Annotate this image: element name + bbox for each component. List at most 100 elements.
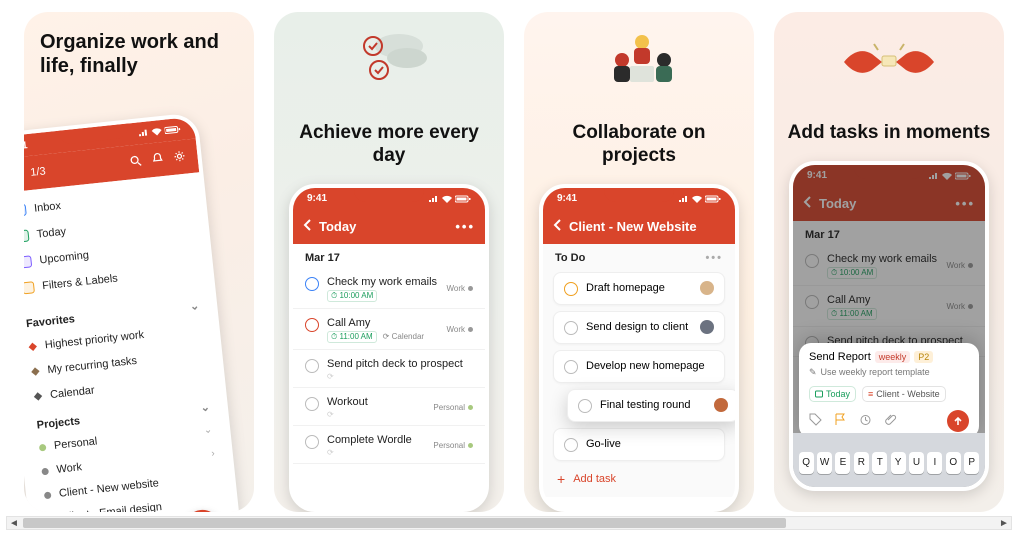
- phone-mock-3: 9:41 Client - New Website To Do ••• Draf…: [539, 184, 739, 512]
- nav-icon: [24, 281, 35, 294]
- task-project-tag: Work: [446, 325, 473, 334]
- collaboration-illustration: [584, 30, 694, 97]
- assignee-avatar: [700, 281, 714, 295]
- back-icon[interactable]: [553, 219, 563, 234]
- priority-chip[interactable]: P2: [914, 351, 933, 363]
- status-signals-icon: [429, 195, 471, 203]
- due-date-pill[interactable]: Today: [809, 386, 856, 402]
- phone-mock-4: 9:41 Today ••• Mar 17 Check my w: [789, 161, 989, 491]
- gear-icon[interactable]: [173, 149, 187, 165]
- attach-icon[interactable]: [884, 413, 897, 429]
- keyboard-key[interactable]: T: [872, 452, 887, 474]
- chevron-icon: ›: [211, 448, 215, 459]
- keyboard-key[interactable]: U: [909, 452, 924, 474]
- task-row[interactable]: Complete Wordle⟳Personal: [293, 426, 485, 464]
- task-name: Workout: [327, 396, 425, 408]
- task-card[interactable]: Draft homepage: [553, 272, 725, 305]
- task-checkbox[interactable]: [305, 435, 319, 449]
- assignee-avatar: [700, 320, 714, 334]
- task-name: Check my work emails: [327, 276, 438, 288]
- nav-label: Filters & Labels: [42, 272, 119, 292]
- view-title: Today: [319, 219, 356, 234]
- project-color-dot: [44, 491, 52, 499]
- projects-header: Projects: [36, 415, 80, 431]
- card-name: Final testing round: [600, 399, 691, 411]
- nav-label: Upcoming: [39, 249, 90, 266]
- task-card[interactable]: Develop new homepage: [553, 350, 725, 383]
- task-meta: ⟳: [327, 448, 425, 457]
- section-more-icon[interactable]: •••: [705, 252, 723, 264]
- keyboard[interactable]: QWERTYUIOP: [793, 433, 985, 487]
- task-card[interactable]: Final testing round: [567, 389, 739, 422]
- search-icon[interactable]: [129, 154, 143, 170]
- keyboard-key[interactable]: R: [854, 452, 869, 474]
- submit-button[interactable]: [947, 410, 969, 432]
- scrollbar-thumb[interactable]: [23, 518, 786, 528]
- project-color-dot: [39, 443, 47, 451]
- task-name: Call Amy: [327, 317, 438, 329]
- scroll-left-arrow[interactable]: ◄: [7, 517, 21, 529]
- task-meta: ⟳: [327, 410, 425, 419]
- task-row[interactable]: Check my work emails⏱ 10:00 AMWork: [293, 268, 485, 309]
- favorite-icon: ◆: [30, 364, 40, 378]
- task-checkbox[interactable]: [564, 321, 578, 335]
- task-meta: ⏱ 10:00 AM: [327, 290, 438, 302]
- task-card[interactable]: Send design to client: [553, 311, 725, 344]
- nav-icon: [24, 229, 30, 242]
- screenshot-gallery[interactable]: Organize work and life, finally 9:41 1/3: [0, 0, 1018, 516]
- compose-task-name[interactable]: Send Report: [809, 351, 871, 363]
- add-task-label: Add task: [573, 473, 616, 485]
- task-row[interactable]: Call Amy ⏱ 11:00 AM⟳ Calendar Work: [293, 309, 485, 350]
- task-card[interactable]: Go-live: [553, 428, 725, 461]
- task-checkbox[interactable]: [564, 360, 578, 374]
- task-name: Complete Wordle: [327, 434, 425, 446]
- back-icon[interactable]: [303, 219, 313, 234]
- nav-icon: [24, 255, 32, 268]
- flag-icon[interactable]: [834, 413, 847, 429]
- chevron-down-icon[interactable]: ⌄: [189, 299, 200, 313]
- keyboard-key[interactable]: P: [964, 452, 979, 474]
- scroll-right-arrow[interactable]: ►: [997, 517, 1011, 529]
- project-title: Client - New Website: [569, 219, 697, 234]
- bell-icon[interactable]: [151, 151, 165, 167]
- add-task-link[interactable]: + Add task: [543, 461, 735, 497]
- phone-mock-2: 9:41 Today ••• Mar 17 Check my work emai…: [289, 184, 489, 512]
- chevron-down-icon[interactable]: ⌄: [200, 401, 211, 415]
- nav-label: Today: [36, 226, 66, 241]
- project-label: Work: [56, 461, 83, 476]
- keyboard-key[interactable]: I: [927, 452, 942, 474]
- keyboard-key[interactable]: E: [835, 452, 850, 474]
- task-checkbox[interactable]: [578, 399, 592, 413]
- reminder-icon[interactable]: [859, 413, 872, 429]
- keyboard-key[interactable]: W: [817, 452, 832, 474]
- favorite-icon: ◆: [28, 339, 38, 353]
- promo-panel-2: Achieve more every day 9:41 Today ••• Ma…: [274, 12, 504, 512]
- task-checkbox[interactable]: [305, 397, 319, 411]
- more-icon[interactable]: •••: [455, 219, 475, 234]
- task-row[interactable]: Workout ⟳ Personal: [293, 388, 485, 426]
- task-checkbox[interactable]: [564, 438, 578, 452]
- task-project-tag: Personal: [433, 403, 473, 412]
- favorites-header: Favorites: [25, 313, 75, 330]
- recurrence-chip[interactable]: weekly: [875, 351, 911, 363]
- label-icon[interactable]: [809, 413, 822, 429]
- headline-2: Achieve more every day: [284, 122, 494, 168]
- task-checkbox[interactable]: [564, 282, 578, 296]
- keyboard-key[interactable]: O: [946, 452, 961, 474]
- quick-add-sheet[interactable]: Send Report weekly P2 ✎ Use weekly repor…: [799, 343, 979, 438]
- status-time: 9:41: [24, 140, 28, 153]
- keyboard-key[interactable]: Y: [891, 452, 906, 474]
- task-checkbox[interactable]: [305, 359, 319, 373]
- task-row[interactable]: Send pitch deck to prospect⟳: [293, 350, 485, 388]
- favorite-icon: ◆: [33, 389, 43, 403]
- headline-4: Add tasks in moments: [788, 122, 991, 145]
- task-checkbox[interactable]: [305, 318, 319, 332]
- project-pill[interactable]: ≡ Client - Website: [862, 386, 946, 402]
- keyboard-key[interactable]: Q: [799, 452, 814, 474]
- headline-3: Collaborate on projects: [534, 122, 744, 168]
- template-suggestion[interactable]: Use weekly report template: [821, 367, 930, 377]
- horizontal-scrollbar[interactable]: ◄ ►: [6, 516, 1012, 530]
- checkmarks-illustration: [349, 30, 429, 91]
- task-meta: ⏱ 11:00 AM⟳ Calendar: [327, 331, 438, 343]
- task-checkbox[interactable]: [305, 277, 319, 291]
